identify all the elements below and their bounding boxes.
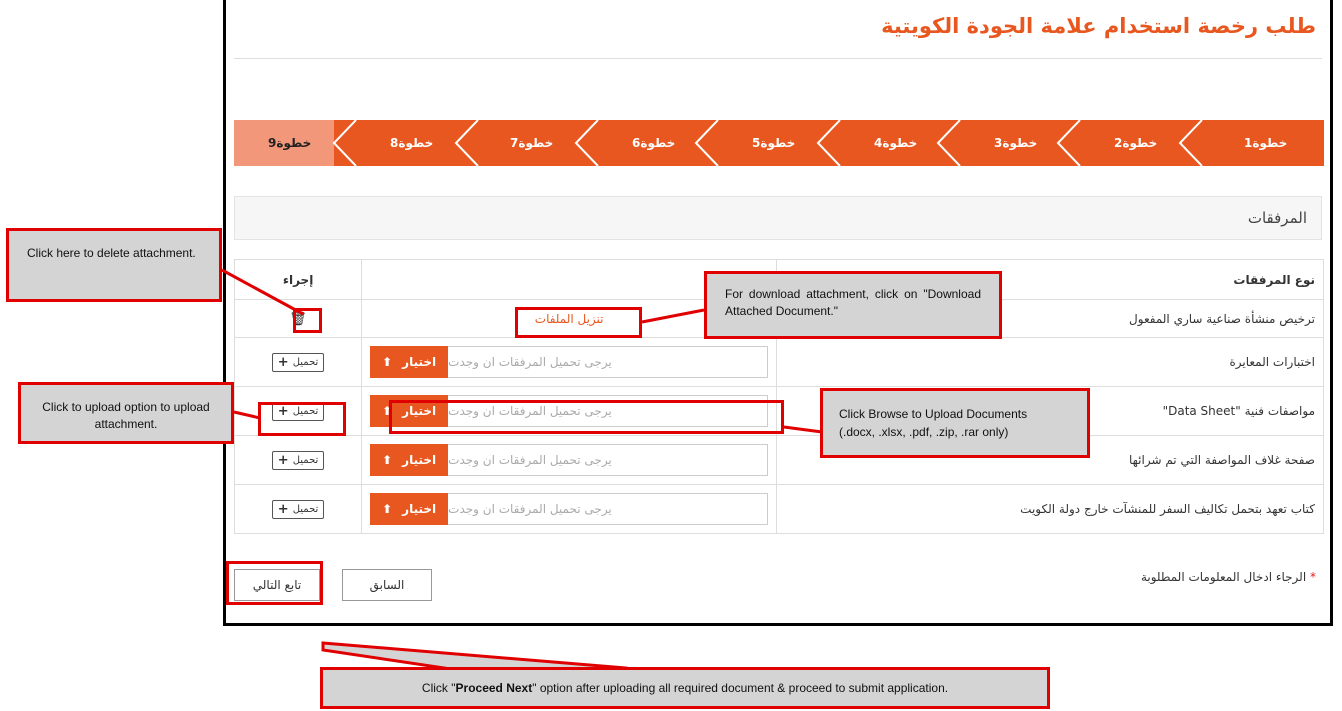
browse-callout-line1: Click Browse to Upload Documents [839,407,1028,421]
browse-callout: Click Browse to Upload Documents (.docx,… [820,388,1090,458]
next-callout-post: " option after uploading all required do… [532,681,949,695]
browse-callout-line2: (.docx, .xlsx, .pdf, .zip, .rar only) [839,425,1009,439]
next-callout-text: Click "Proceed Next" option after upload… [422,681,948,695]
delete-callout-text: Click here to delete attachment. [27,246,196,260]
next-callout-pre: Click " [421,681,456,695]
download-callout: For download attachment, click on "Downl… [704,271,1002,339]
download-callout-text: For download attachment, click on "Downl… [725,287,981,318]
upload-callout-text: Click to upload option to upload attachm… [42,400,210,431]
delete-callout: Click here to delete attachment. [6,228,222,302]
next-callout: Click "Proceed Next" option after upload… [320,667,1050,709]
annotation-leader-lines [221,268,823,697]
next-callout-bold: Proceed Next [455,681,533,695]
upload-callout: Click to upload option to upload attachm… [18,382,234,444]
